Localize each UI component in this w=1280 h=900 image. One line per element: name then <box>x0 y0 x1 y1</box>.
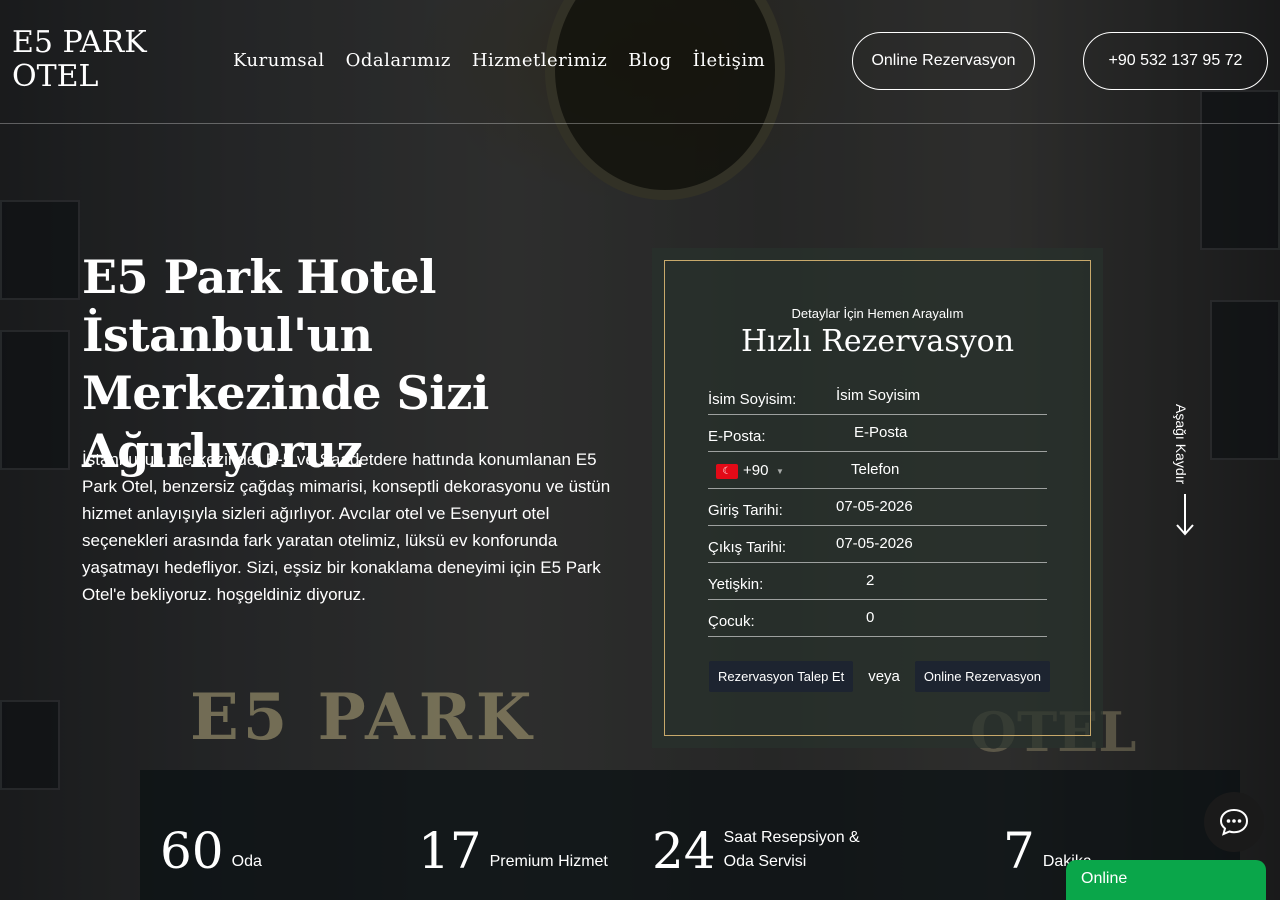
panel-online-reservation-button[interactable]: Online Rezervasyon <box>914 661 1050 692</box>
child-input[interactable]: 0 <box>866 609 874 626</box>
country-code[interactable]: +90 <box>743 462 768 479</box>
stat-label: Saat Resepsiyon & Oda Servisi <box>723 829 860 870</box>
checkout-field[interactable]: Çıkış Tarihi: 07-05-2026 <box>708 526 1047 563</box>
adult-field[interactable]: Yetişkin: 2 <box>708 563 1047 600</box>
child-field[interactable]: Çocuk: 0 <box>708 600 1047 637</box>
scroll-down-label: Aşağı Kaydır <box>1173 404 1189 485</box>
or-text: veya <box>868 668 900 685</box>
chevron-down-icon[interactable]: ▼ <box>776 467 784 476</box>
email-input[interactable]: E-Posta <box>854 424 907 441</box>
nav-item-hizmetlerimiz[interactable]: Hizmetlerimiz <box>472 50 607 71</box>
logo-line2: OTEL <box>12 59 99 94</box>
arrow-down-icon <box>1176 494 1194 536</box>
request-reservation-button[interactable]: Rezervasyon Talep Et <box>709 661 854 692</box>
checkout-input[interactable]: 07-05-2026 <box>836 535 913 552</box>
stat-reception: 24 Saat Resepsiyon & Oda Servisi <box>652 824 894 878</box>
email-label: E-Posta: <box>708 428 766 445</box>
scroll-down[interactable]: Aşağı Kaydır <box>1173 404 1197 536</box>
email-field[interactable]: E-Posta: E-Posta <box>708 415 1047 452</box>
nav-item-iletisim[interactable]: İletişim <box>693 50 766 71</box>
checkin-field[interactable]: Giriş Tarihi: 07-05-2026 <box>708 489 1047 526</box>
name-label: İsim Soyisim: <box>708 391 797 408</box>
stat-rooms: 60 Oda <box>160 824 262 878</box>
turkey-flag-icon[interactable]: ☾ <box>716 464 738 479</box>
checkout-label: Çıkış Tarihi: <box>708 539 787 556</box>
stat-number: 24 <box>652 822 716 880</box>
checkin-input[interactable]: 07-05-2026 <box>836 498 913 515</box>
phone-field[interactable]: ☾ +90 ▼ Telefon <box>708 452 1047 489</box>
online-reservation-button[interactable]: Online Rezervasyon <box>852 32 1035 90</box>
name-field[interactable]: İsim Soyisim: İsim Soyisim <box>708 378 1047 415</box>
reservation-panel: Detaylar İçin Hemen Arayalım Hızlı Rezer… <box>652 248 1103 748</box>
checkin-label: Giriş Tarihi: <box>708 502 783 519</box>
stat-label: Oda <box>231 853 262 870</box>
chat-bubble-icon <box>1219 808 1249 836</box>
stat-number: 60 <box>160 822 224 880</box>
panel-title: Hızlı Rezervasyon <box>740 324 1015 359</box>
nav-item-odalarimiz[interactable]: Odalarımız <box>346 50 451 71</box>
online-chat-tab[interactable]: Online <box>1066 860 1266 900</box>
site-header: E5 PARK OTEL Kurumsal Odalarımız Hizmetl… <box>0 0 1280 124</box>
site-logo[interactable]: E5 PARK OTEL <box>12 26 162 94</box>
chat-button[interactable] <box>1204 792 1264 852</box>
reservation-form: İsim Soyisim: İsim Soyisim E-Posta: E-Po… <box>708 378 1047 637</box>
panel-subtitle: Detaylar İçin Hemen Arayalım <box>791 306 964 321</box>
logo-line1: E5 PARK <box>12 25 147 60</box>
stat-services: 17 Premium Hizmet <box>418 824 608 878</box>
phone-input[interactable]: Telefon <box>851 461 899 478</box>
stat-label: Premium Hizmet <box>489 853 608 870</box>
reservation-actions: Rezervasyon Talep Et veya Online Rezerva… <box>709 661 1050 692</box>
nav-item-kurumsal[interactable]: Kurumsal <box>233 50 325 71</box>
nav-item-blog[interactable]: Blog <box>628 50 671 71</box>
phone-button[interactable]: +90 532 137 95 72 <box>1083 32 1268 90</box>
stat-number: 7 <box>1003 822 1035 880</box>
child-label: Çocuk: <box>708 613 755 630</box>
adult-input[interactable]: 2 <box>866 572 874 589</box>
adult-label: Yetişkin: <box>708 576 764 593</box>
main-nav: Kurumsal Odalarımız Hizmetlerimiz Blog İ… <box>233 50 765 71</box>
stat-number: 17 <box>418 822 482 880</box>
hero-description: İstanbul'un merkezinde, E-5 ve Saadetder… <box>82 450 611 604</box>
name-input[interactable]: İsim Soyisim <box>836 387 920 404</box>
